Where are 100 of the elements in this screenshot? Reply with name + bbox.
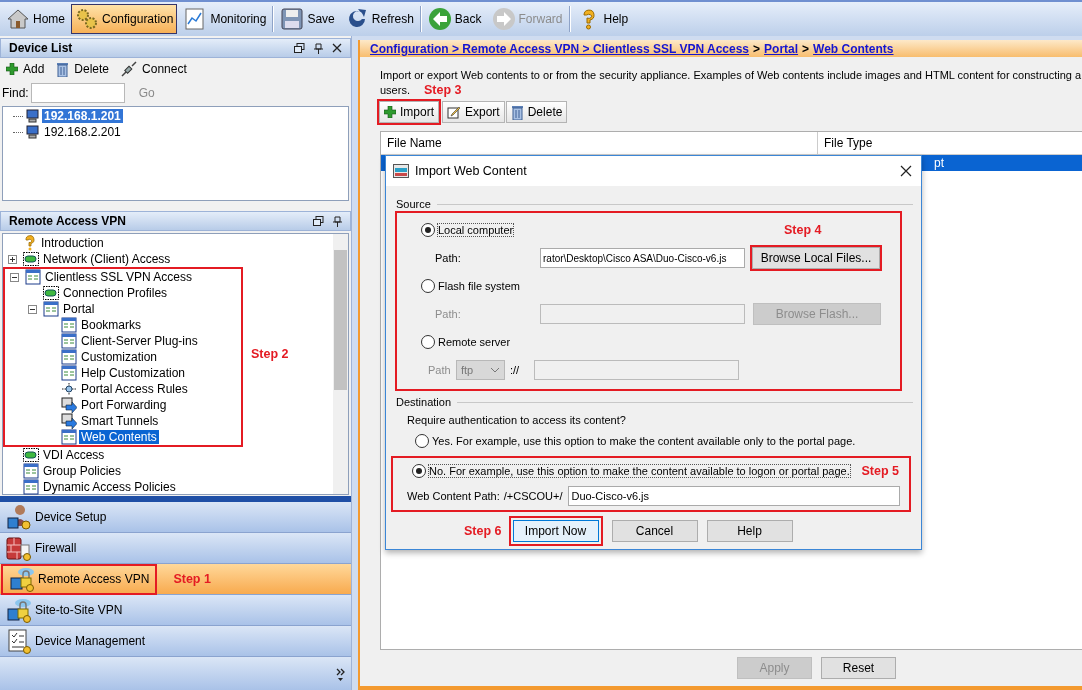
window-icon [23, 463, 39, 479]
window-icon [61, 333, 77, 349]
path-field[interactable]: rator\Desktop\Cisco ASA\Duo-Cisco-v6.js [540, 248, 745, 268]
protocol-separator: :// [509, 364, 521, 376]
tree-item[interactable]: VDI Access [41, 448, 107, 462]
pin-icon[interactable] [314, 42, 323, 54]
tree-item[interactable]: Port Forwarding [79, 398, 169, 412]
column-header[interactable]: File Name [381, 132, 818, 154]
dialog-button[interactable]: Cancel [611, 520, 698, 542]
house-icon [6, 7, 30, 31]
breadcrumb-separator: > [802, 41, 810, 56]
trash-icon [56, 61, 70, 77]
plus-icon [384, 106, 396, 118]
trash-icon [510, 104, 524, 120]
tree-item[interactable]: Smart Tunnels [79, 414, 161, 428]
step-label: Step 5 [861, 464, 900, 478]
footer-button[interactable]: Reset [821, 657, 896, 679]
breadcrumb-link[interactable]: Configuration > Remote Access VPN > Clientless SSL VPN Access [370, 41, 750, 56]
pencil-icon [447, 105, 461, 119]
radio-button[interactable] [412, 464, 426, 478]
tree-item[interactable]: Portal [61, 302, 97, 316]
toolbar-button[interactable]: Monitoring [179, 4, 271, 34]
panel-title: Device List [9, 41, 73, 55]
radio-button[interactable] [421, 223, 435, 237]
tree-item[interactable]: Dynamic Access Policies [41, 480, 178, 494]
breadcrumb-link[interactable]: Portal [764, 41, 799, 56]
panel-title: Remote Access VPN [9, 214, 126, 228]
tree-item[interactable]: Help Customization [79, 366, 188, 380]
description-text: Import or export Web contents to or from the security appliance. Examples of Web contents include images and HTML content for constructing a [380, 68, 1082, 81]
dialog-title: Import Web Content [415, 164, 528, 178]
tree-item[interactable]: Client-Server Plug-ins [79, 334, 200, 348]
toolbar-button[interactable]: Configuration [71, 4, 178, 34]
path-field[interactable]: Duo-Cisco-v6.js [568, 486, 901, 506]
tree-item[interactable]: Customization [79, 350, 160, 364]
tree-item[interactable]: Network (Client) Access [41, 252, 173, 266]
person-icon [6, 504, 32, 530]
nav-button[interactable]: Device Management [0, 627, 152, 655]
radio-label[interactable]: Yes. For example, use this option to make the content available only to the portal page. [432, 435, 856, 447]
breadcrumb-separator: > [753, 41, 761, 56]
forward-page-icon [61, 413, 77, 429]
window-icon [393, 163, 409, 179]
window-icon [61, 317, 77, 333]
toolbar-button[interactable]: Help [572, 4, 633, 34]
computer-icon [25, 109, 40, 123]
window-icon [61, 429, 77, 445]
toolbar-button[interactable]: Refresh [340, 4, 418, 34]
close-icon [900, 165, 912, 177]
group-label: Destination [396, 396, 452, 408]
scrollbar[interactable] [333, 234, 348, 494]
path-field[interactable] [534, 360, 739, 380]
find-field[interactable] [30, 83, 125, 103]
lock-icon [6, 597, 32, 623]
restore-icon[interactable] [313, 216, 324, 226]
toolbar-button[interactable]: Save [276, 4, 339, 34]
nav-button[interactable]: Device Setup [0, 503, 113, 531]
toolbar-button[interactable]: Add [6, 62, 45, 76]
close-icon[interactable] [332, 43, 342, 53]
device-item[interactable]: 192.168.2.201 [42, 125, 123, 139]
column-header[interactable]: File Type [818, 132, 1082, 154]
tree-item[interactable]: Connection Profiles [61, 286, 170, 300]
toolbar-button[interactable]: Export [442, 101, 505, 123]
tree-item[interactable]: Clientless SSL VPN Access [43, 270, 194, 284]
toolbar-button[interactable]: Home [2, 4, 69, 34]
collapse-toggle[interactable] [10, 272, 19, 282]
radio-label[interactable]: No. For example, use this option to make the content available to logon or portal page. [429, 465, 850, 477]
tree-item[interactable]: Group Policies [41, 464, 124, 478]
collapse-toggle[interactable] [28, 304, 37, 314]
toolbar-button[interactable]: Delete [505, 101, 568, 123]
nav-button[interactable]: Remote Access VPN [3, 565, 156, 593]
tree-item[interactable]: Portal Access Rules [79, 382, 190, 396]
dialog-button[interactable]: Help [706, 520, 793, 542]
nav-button[interactable]: Firewall [0, 534, 83, 562]
group-label: Source [396, 198, 431, 210]
toolbar-button[interactable]: Connect [121, 61, 187, 77]
device-item[interactable]: 192.168.1.201 [42, 109, 123, 123]
tree-item[interactable]: Web Contents [79, 430, 159, 444]
step-label: Step 1 [173, 572, 211, 586]
plus-icon [6, 63, 18, 75]
browse-button[interactable]: Browse Local Files... [752, 247, 880, 269]
dialog-button[interactable]: Import Now [512, 520, 599, 542]
checklist-icon [6, 628, 32, 654]
toolbar-button[interactable]: Delete [56, 61, 110, 77]
path-label: Path [428, 364, 452, 376]
window-icon [25, 269, 41, 285]
toolbar-button[interactable]: Import [379, 101, 439, 123]
breadcrumb-link[interactable]: Web Contents [813, 41, 894, 56]
description-text: users. [380, 83, 410, 96]
nav-button[interactable]: Site-to-Site VPN [0, 596, 129, 624]
step-label: Step 3 [423, 82, 462, 97]
radio-label[interactable]: Local computer [438, 224, 514, 236]
restore-icon[interactable] [294, 43, 305, 53]
path-field[interactable] [540, 304, 745, 324]
expand-toggle[interactable] [8, 254, 17, 264]
tree-item[interactable]: Bookmarks [79, 318, 144, 332]
firewall-icon [6, 535, 32, 561]
pin-icon[interactable] [333, 215, 342, 227]
radio-button[interactable] [415, 434, 429, 448]
toolbar-button[interactable]: Back [423, 4, 486, 34]
tree-item[interactable]: Introduction [39, 236, 106, 250]
chevron-icon[interactable] [336, 668, 345, 682]
